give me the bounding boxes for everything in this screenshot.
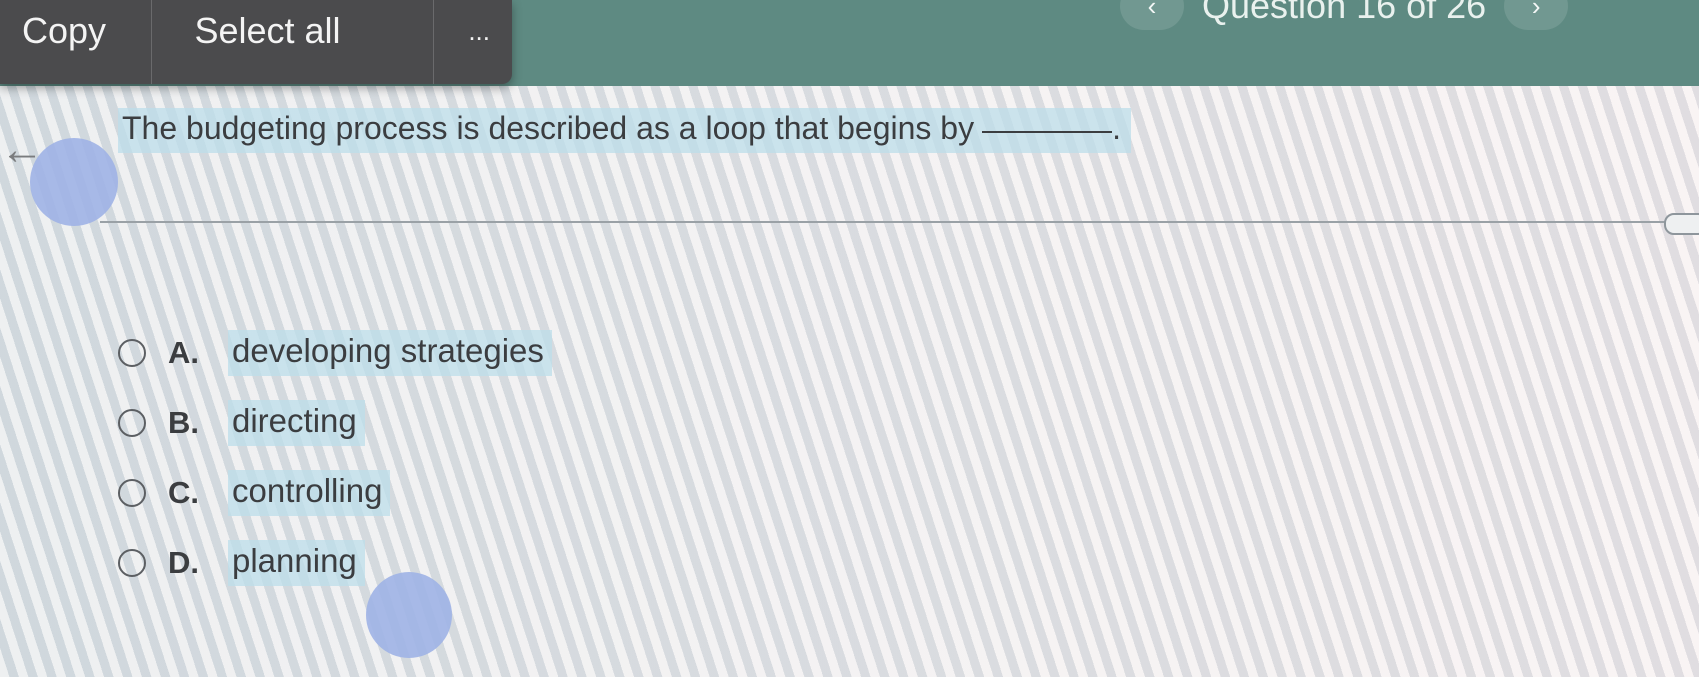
option-letter: C. bbox=[168, 475, 199, 510]
option-letter: B. bbox=[168, 405, 199, 440]
select-all-button[interactable]: Select all bbox=[152, 0, 435, 84]
radio-button[interactable] bbox=[118, 339, 146, 367]
selection-handle-start[interactable] bbox=[30, 138, 118, 226]
option-letter: A. bbox=[168, 335, 199, 370]
answer-blank bbox=[982, 131, 1113, 133]
selection-handle-end[interactable] bbox=[366, 572, 452, 658]
radio-button[interactable] bbox=[118, 479, 146, 507]
question-counter: Question 16 of 26 bbox=[1202, 0, 1487, 26]
option-b[interactable]: B. directing bbox=[118, 388, 552, 458]
divider-handle[interactable] bbox=[1664, 213, 1699, 235]
option-text: directing bbox=[228, 400, 365, 446]
page: ‹ Question 16 of 26 › Copy Select all ..… bbox=[0, 0, 1699, 677]
question-text-block: The budgeting process is described as a … bbox=[118, 108, 1131, 153]
option-text: controlling bbox=[228, 470, 391, 516]
radio-button[interactable] bbox=[118, 409, 146, 437]
divider bbox=[100, 221, 1670, 223]
answer-options: A. developing strategies B. directing C.… bbox=[118, 318, 552, 598]
option-text: developing strategies bbox=[228, 330, 552, 376]
option-letter: D. bbox=[168, 545, 199, 580]
chevron-right-icon[interactable]: › bbox=[1504, 0, 1569, 30]
option-d[interactable]: D. planning bbox=[118, 528, 552, 598]
question-navigation: ‹ Question 16 of 26 › bbox=[1120, 0, 1569, 30]
copy-button[interactable]: Copy bbox=[0, 0, 153, 84]
option-c[interactable]: C. controlling bbox=[118, 458, 552, 528]
chevron-left-icon[interactable]: ‹ bbox=[1120, 0, 1184, 30]
more-options-button[interactable]: ... bbox=[434, 0, 512, 84]
question-text: The budgeting process is described as a … bbox=[122, 110, 975, 146]
option-a[interactable]: A. developing strategies bbox=[118, 318, 552, 388]
text-selection-menu: Copy Select all ... bbox=[0, 0, 512, 84]
question-end-punct: . bbox=[1112, 110, 1121, 146]
radio-button[interactable] bbox=[118, 549, 146, 577]
option-text: planning bbox=[228, 540, 365, 586]
